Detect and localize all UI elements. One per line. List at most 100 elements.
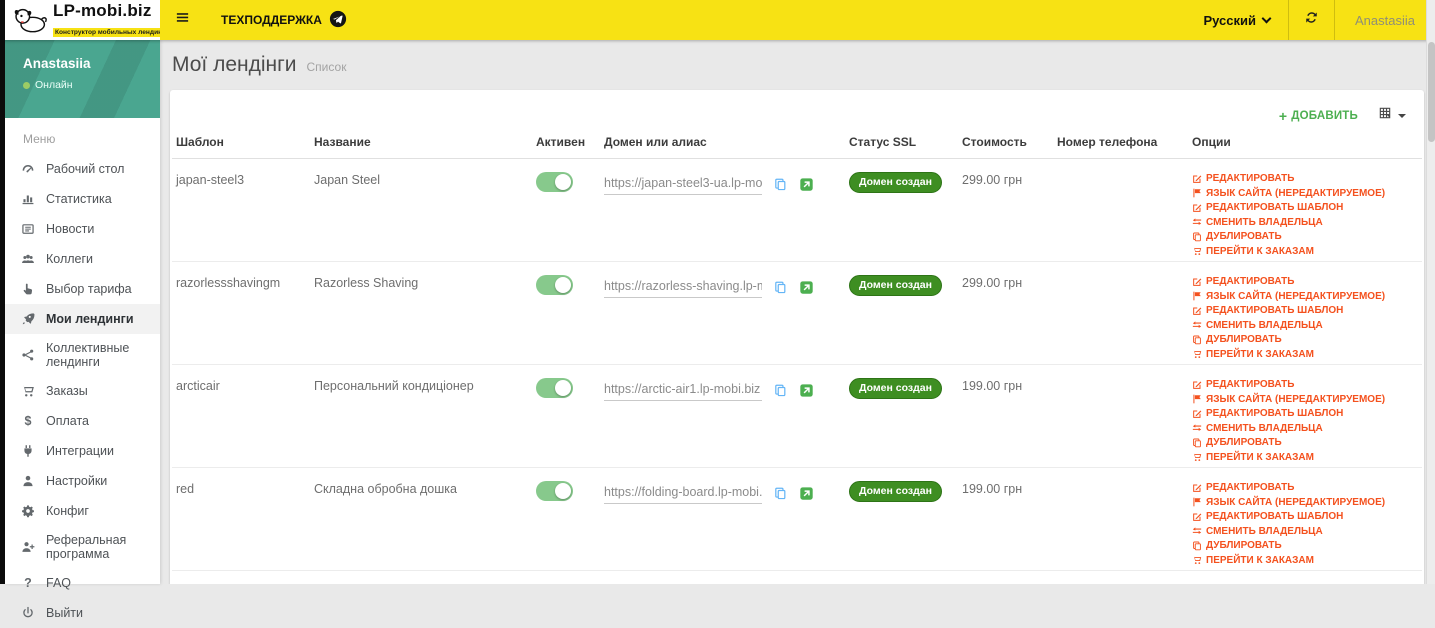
sidebar-item-payment[interactable]: $ Оплата: [5, 406, 160, 436]
language-dropdown[interactable]: Русский: [1185, 0, 1288, 40]
language-label: Русский: [1203, 12, 1257, 28]
option-change-owner[interactable]: СМЕНИТЬ ВЛАДЕЛЬЦА: [1192, 320, 1422, 331]
cart-icon: [1192, 555, 1202, 565]
template-name: japan-steel3: [176, 173, 245, 187]
option-duplicate[interactable]: ДУБЛИРОВАТЬ: [1192, 231, 1422, 242]
phone-cell: [1053, 171, 1188, 261]
sidebar-item-colleagues[interactable]: Коллеги: [5, 244, 160, 274]
exchange-icon: [1192, 423, 1202, 433]
sidebar-item-tariff[interactable]: Выбор тарифа: [5, 274, 160, 304]
price-cell: 199.00 грн: [958, 480, 1053, 570]
option-label: ЯЗЫК САЙТА (НЕРЕДАКТИРУЕМОЕ): [1206, 496, 1386, 508]
share-icon: [19, 348, 37, 362]
sidebar-item-settings[interactable]: Настройки: [5, 466, 160, 496]
sidebar-item-collective-landings[interactable]: Коллективные лендинги: [5, 334, 160, 376]
sidebar-item-statistics[interactable]: Статистика: [5, 184, 160, 214]
active-toggle[interactable]: [536, 481, 573, 501]
domain-cell: [600, 377, 845, 467]
sidebar-item-faq[interactable]: ? FAQ: [5, 568, 160, 598]
phone-cell: [1053, 274, 1188, 364]
tech-support-button[interactable]: ТЕХПОДДЕРЖКА: [205, 0, 363, 40]
option-change-owner[interactable]: СМЕНИТЬ ВЛАДЕЛЬЦА: [1192, 217, 1422, 228]
header-username: Anastasiia: [1355, 12, 1415, 28]
option-edit-template[interactable]: РЕДАКТИРОВАТЬ ШАБЛОН: [1192, 408, 1422, 419]
option-label: СМЕНИТЬ ВЛАДЕЛЬЦА: [1206, 525, 1323, 537]
sidebar-item-label: Реферальная программа: [46, 533, 127, 561]
option-change-owner[interactable]: СМЕНИТЬ ВЛАДЕЛЬЦА: [1192, 526, 1422, 537]
person-plus-icon: [19, 540, 37, 554]
sidebar-item-logout[interactable]: Выйти: [5, 598, 160, 628]
sidebar-item-orders[interactable]: Заказы: [5, 376, 160, 406]
domain-input[interactable]: [604, 485, 762, 504]
sidebar-menu: Рабочий стол Статистика Новости Коллеги Выбо…: [5, 154, 160, 628]
price-value: 199.00 грн: [962, 482, 1023, 496]
option-edit-template[interactable]: РЕДАКТИРОВАТЬ ШАБЛОН: [1192, 305, 1422, 316]
option-label: СМЕНИТЬ ВЛАДЕЛЬЦА: [1206, 319, 1323, 331]
domain-input[interactable]: [604, 176, 762, 195]
option-edit-template[interactable]: РЕДАКТИРОВАТЬ ШАБЛОН: [1192, 202, 1422, 213]
flag-icon: [1192, 188, 1202, 198]
sidebar-item-my-landings[interactable]: Мои лендинги: [5, 304, 160, 334]
online-status-label: Онлайн: [35, 79, 73, 91]
option-site-language[interactable]: ЯЗЫК САЙТА (НЕРЕДАКТИРУЕМОЕ): [1192, 291, 1422, 302]
option-go-to-orders[interactable]: ПЕРЕЙТИ К ЗАКАЗАМ: [1192, 349, 1422, 360]
open-site-icon[interactable]: [799, 383, 814, 398]
open-site-icon[interactable]: [799, 486, 814, 501]
ssl-cell: Домен создан: [845, 171, 958, 261]
option-site-language[interactable]: ЯЗЫК САЙТА (НЕРЕДАКТИРУЕМОЕ): [1192, 394, 1422, 405]
sidebar-item-dashboard[interactable]: Рабочий стол: [5, 154, 160, 184]
landing-name: Japan Steel: [314, 173, 381, 187]
option-go-to-orders[interactable]: ПЕРЕЙТИ К ЗАКАЗАМ: [1192, 555, 1422, 566]
copy-domain-icon[interactable]: [773, 177, 788, 192]
option-change-owner[interactable]: СМЕНИТЬ ВЛАДЕЛЬЦА: [1192, 423, 1422, 434]
name-cell: Складна обробна дошка: [310, 480, 532, 570]
gears-icon: [19, 504, 37, 518]
option-duplicate[interactable]: ДУБЛИРОВАТЬ: [1192, 437, 1422, 448]
view-options-dropdown[interactable]: [1378, 106, 1406, 125]
active-toggle[interactable]: [536, 378, 573, 398]
option-go-to-orders[interactable]: ПЕРЕЙТИ К ЗАКАЗАМ: [1192, 246, 1422, 257]
hamburger-menu-button[interactable]: [160, 0, 205, 40]
copy-domain-icon[interactable]: [773, 280, 788, 295]
options-cell: РЕДАКТИРОВАТЬ ЯЗЫК САЙТА (НЕРЕДАКТИРУЕМОЕ…: [1188, 377, 1422, 467]
sidebar-item-integrations[interactable]: Интеграции: [5, 436, 160, 466]
active-toggle[interactable]: [536, 275, 573, 295]
user-menu-button[interactable]: Anastasiia: [1335, 0, 1435, 40]
option-site-language[interactable]: ЯЗЫК САЙТА (НЕРЕДАКТИРУЕМОЕ): [1192, 188, 1422, 199]
logo[interactable]: LP-mobi.biz Конструктор мобильных лендин…: [5, 0, 175, 40]
caret-down-icon: [1398, 113, 1406, 118]
open-site-icon[interactable]: [799, 177, 814, 192]
price-cell: 199.00 грн: [958, 377, 1053, 467]
copy-domain-icon[interactable]: [773, 383, 788, 398]
option-edit-template[interactable]: РЕДАКТИРОВАТЬ ШАБЛОН: [1192, 511, 1422, 522]
copy-domain-icon[interactable]: [773, 486, 788, 501]
scrollbar-thumb[interactable]: [1428, 42, 1435, 142]
option-duplicate[interactable]: ДУБЛИРОВАТЬ: [1192, 334, 1422, 345]
option-label: ЯЗЫК САЙТА (НЕРЕДАКТИРУЕМОЕ): [1206, 187, 1386, 199]
online-status-dot: [23, 81, 30, 89]
option-label: ЯЗЫК САЙТА (НЕРЕДАКТИРУЕМОЕ): [1206, 290, 1386, 302]
open-site-icon[interactable]: [799, 280, 814, 295]
power-icon: [19, 606, 37, 620]
edit-icon: [1192, 174, 1202, 184]
domain-input[interactable]: [604, 279, 762, 298]
option-site-language[interactable]: ЯЗЫК САЙТА (НЕРЕДАКТИРУЕМОЕ): [1192, 497, 1422, 508]
domain-input[interactable]: [604, 382, 762, 401]
option-edit[interactable]: РЕДАКТИРОВАТЬ: [1192, 379, 1422, 390]
option-duplicate[interactable]: ДУБЛИРОВАТЬ: [1192, 540, 1422, 551]
option-edit[interactable]: РЕДАКТИРОВАТЬ: [1192, 173, 1422, 184]
option-label: ДУБЛИРОВАТЬ: [1206, 540, 1282, 551]
option-go-to-orders[interactable]: ПЕРЕЙТИ К ЗАКАЗАМ: [1192, 452, 1422, 463]
add-landing-button[interactable]: + ДОБАВИТЬ: [1279, 109, 1358, 123]
vertical-scrollbar[interactable]: [1426, 0, 1435, 584]
landings-icon: [19, 312, 37, 326]
sidebar-item-news[interactable]: Новости: [5, 214, 160, 244]
refresh-button[interactable]: [1289, 0, 1334, 40]
flag-icon: [1192, 291, 1202, 301]
option-edit[interactable]: РЕДАКТИРОВАТЬ: [1192, 276, 1422, 287]
active-toggle[interactable]: [536, 172, 573, 192]
option-edit[interactable]: РЕДАКТИРОВАТЬ: [1192, 482, 1422, 493]
sidebar-item-referral[interactable]: Реферальная программа: [5, 526, 160, 568]
sidebar-item-label: Статистика: [46, 192, 112, 206]
sidebar-item-config[interactable]: Конфиг: [5, 496, 160, 526]
